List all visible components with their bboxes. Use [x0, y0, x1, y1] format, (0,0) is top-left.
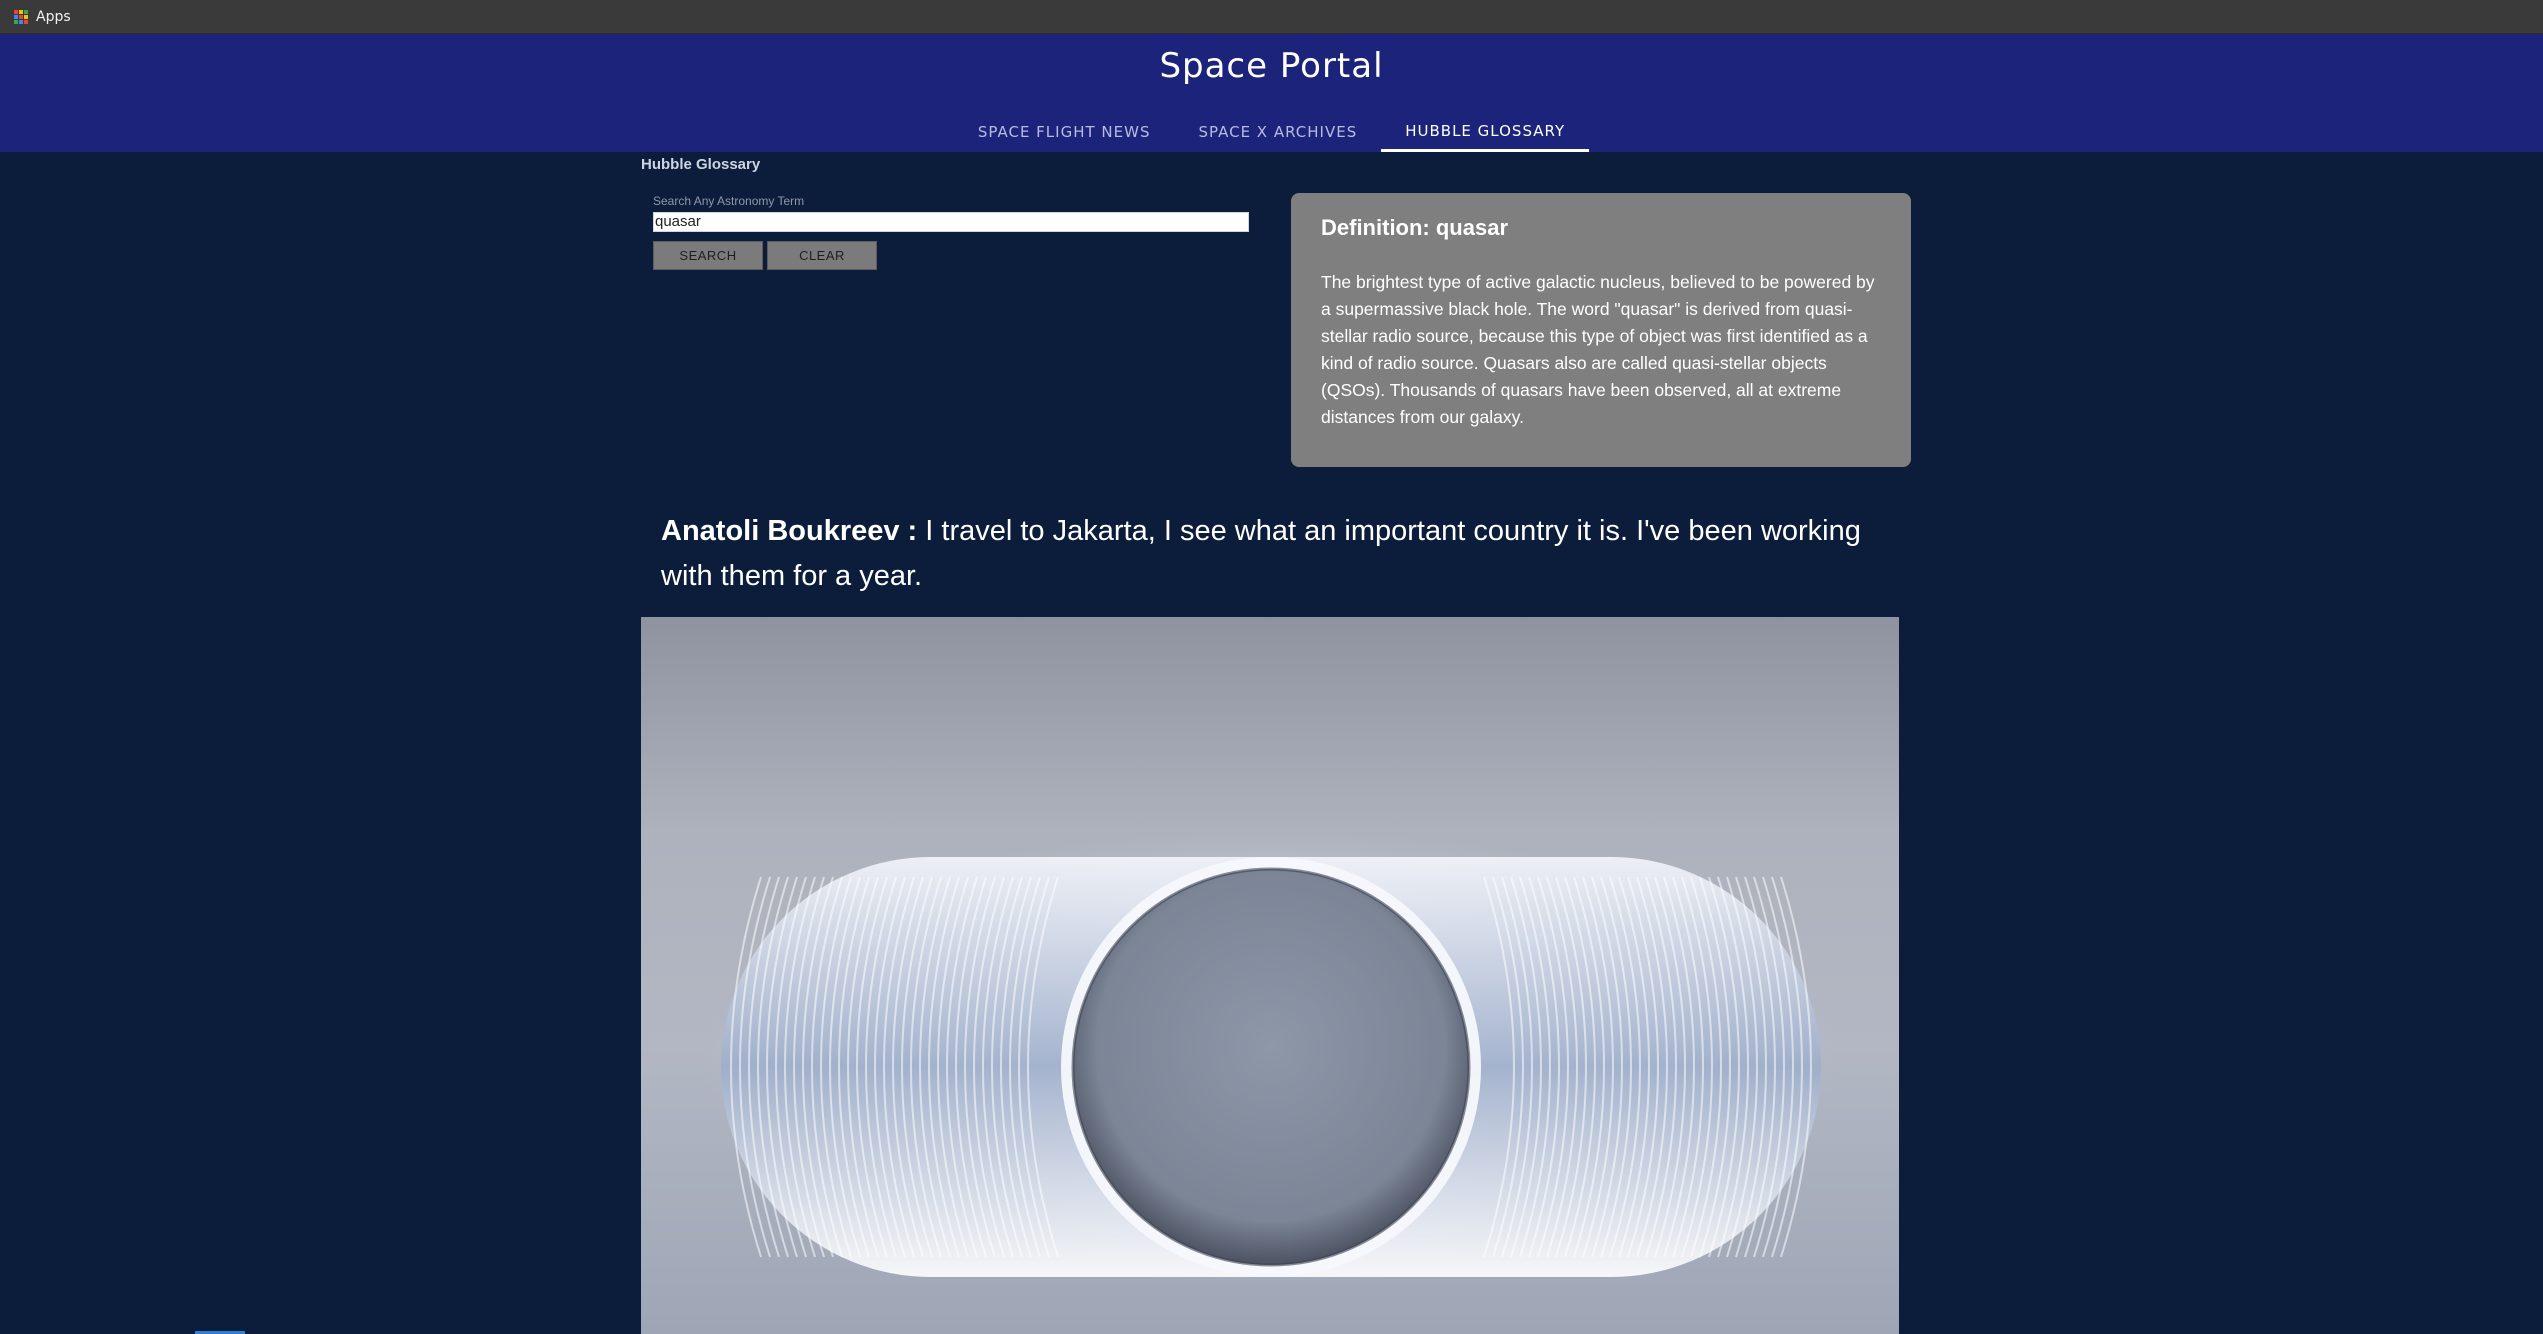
- search-label: Search Any Astronomy Term: [653, 194, 805, 208]
- main-nav: SPACE FLIGHT NEWS SPACE X ARCHIVES HUBBL…: [0, 112, 2543, 152]
- search-button[interactable]: SEARCH: [653, 240, 763, 270]
- definition-title: Definition: quasar: [1321, 215, 1509, 240]
- nav-tab-space-flight-news[interactable]: SPACE FLIGHT NEWS: [954, 112, 1175, 152]
- definition-text: The brightest type of active galactic nu…: [1321, 272, 1875, 427]
- definition-card: Definition: quasar The brightest type of…: [1291, 193, 1911, 467]
- search-button-row: SEARCH CLEAR: [653, 240, 1253, 270]
- quote-author: Anatoli Boukreev :: [661, 515, 918, 547]
- main-content: Hubble Glossary Search Any Astronomy Ter…: [641, 152, 1911, 1334]
- clear-button[interactable]: CLEAR: [767, 240, 877, 270]
- search-input[interactable]: [653, 211, 1249, 232]
- search-block: Search Any Astronomy Term SEARCH CLEAR: [653, 194, 1253, 270]
- apps-bookmark-label[interactable]: Apps: [36, 9, 71, 25]
- ringed-sphere-image: [641, 617, 1899, 1334]
- bookmarks-bar: Apps: [0, 0, 2543, 34]
- site-title: Space Portal: [1159, 46, 1384, 86]
- nav-tab-hubble-glossary[interactable]: HUBBLE GLOSSARY: [1381, 112, 1590, 152]
- nav-tab-space-x-archives[interactable]: SPACE X ARCHIVES: [1174, 112, 1381, 152]
- site-header: Space Portal SPACE FLIGHT NEWS SPACE X A…: [0, 34, 2543, 152]
- page-heading: Hubble Glossary: [641, 156, 761, 173]
- quote: Anatoli Boukreev : I travel to Jakarta, …: [661, 509, 1861, 599]
- apps-grid-icon[interactable]: [14, 9, 28, 24]
- ringed-sphere-graphic: [701, 827, 1841, 1287]
